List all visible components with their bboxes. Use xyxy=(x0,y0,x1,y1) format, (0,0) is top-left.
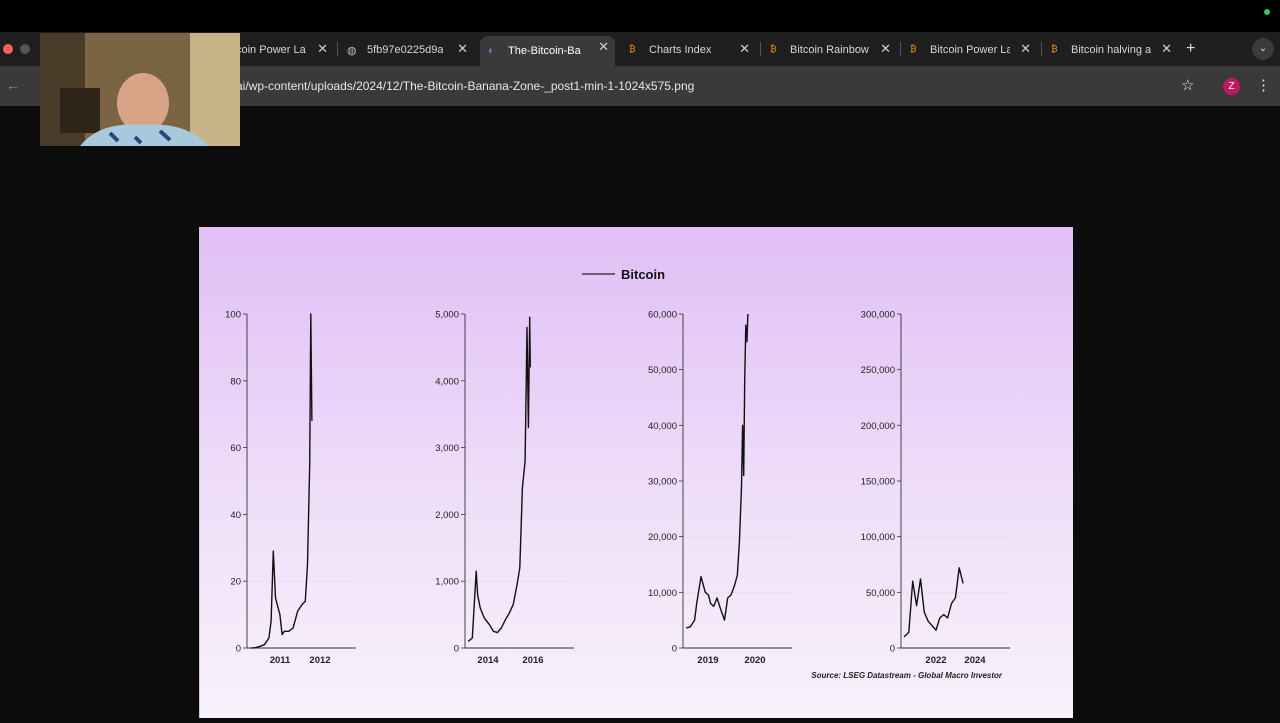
back-arrow-icon[interactable]: ← xyxy=(6,77,20,93)
bitcoin-price-line xyxy=(903,567,964,638)
tab-label: The-Bitcoin-Ba xyxy=(508,45,581,57)
close-window-icon[interactable] xyxy=(3,44,13,54)
tab-separator xyxy=(337,42,338,56)
tab-3[interactable]: ₿ Charts Index ✕ xyxy=(621,38,756,62)
chart-panel-3: 300,000 250,000 200,000 150,000 100,000 50,00… xyxy=(861,310,1010,666)
profile-avatar[interactable]: Z xyxy=(1223,78,1240,95)
x-tick-label: 2020 xyxy=(744,655,765,666)
tab-1[interactable]: ◍ 5fb97e0225d9a ✕ xyxy=(339,38,474,62)
y-tick-label: 60,000 xyxy=(648,310,677,321)
y-tick-label: 60 xyxy=(230,443,241,454)
tab-label: Bitcoin halving a xyxy=(1071,44,1151,56)
bitcoin-price-line xyxy=(685,313,749,629)
close-tab-icon[interactable]: ✕ xyxy=(598,39,609,55)
chart-panel-2: 60,000 50,000 40,000 30,000 20,000 10,000 0 201… xyxy=(648,310,792,666)
close-tab-icon[interactable]: ✕ xyxy=(457,41,468,57)
bitcoin-icon: ₿ xyxy=(1051,44,1058,54)
y-tick-label: 50,000 xyxy=(866,588,895,599)
y-tick-label: 200,000 xyxy=(861,421,895,432)
y-tick-label: 150,000 xyxy=(861,477,895,488)
tab-separator xyxy=(760,42,761,56)
tab-search-icon[interactable]: ⌄ xyxy=(1252,38,1274,60)
x-tick-label: 2014 xyxy=(477,655,499,666)
bitcoin-price-line xyxy=(467,316,531,642)
y-tick-label: 250,000 xyxy=(861,365,895,376)
tab-label: Charts Index xyxy=(649,44,712,56)
webcam-person-illustration xyxy=(40,33,240,146)
chart-panel-1: 5,000 4,000 3,000 2,000 1,000 0 2014 2016 xyxy=(435,310,574,666)
tab-2[interactable]: ◐ The-Bitcoin-Ba ✕ xyxy=(480,36,615,66)
x-tick-label: 2022 xyxy=(925,655,946,666)
close-tab-icon[interactable]: ✕ xyxy=(1020,41,1031,57)
y-tick-label: 300,000 xyxy=(861,310,895,321)
tab-label: Bitcoin Power La xyxy=(930,44,1010,56)
url-field[interactable]: ai/wp-content/uploads/2024/12/The-Bitcoi… xyxy=(236,79,694,93)
tab-label: coin Power La xyxy=(236,44,306,56)
tab-5[interactable]: ₿ Bitcoin Power La ✕ xyxy=(902,38,1037,62)
source-note: Source: LSEG Datastream - Global Macro I… xyxy=(811,671,1003,680)
x-tick-label: 2011 xyxy=(270,655,291,666)
y-tick-label: 3,000 xyxy=(435,443,459,454)
y-tick-label: 0 xyxy=(236,644,241,655)
tab-separator xyxy=(900,42,901,56)
y-tick-label: 0 xyxy=(890,644,895,655)
tab-label: 5fb97e0225d9a xyxy=(367,44,444,56)
bitcoin-icon: ₿ xyxy=(629,44,636,54)
bitcoin-price-line xyxy=(251,313,313,649)
system-top-bar xyxy=(0,0,1280,32)
close-tab-icon[interactable]: ✕ xyxy=(739,41,750,57)
y-tick-label: 20 xyxy=(230,577,241,588)
globe-icon: ◍ xyxy=(347,45,357,57)
site-icon: ◐ xyxy=(488,45,495,57)
legend-label: Bitcoin xyxy=(621,267,665,282)
y-tick-label: 100,000 xyxy=(861,532,895,543)
y-tick-label: 40 xyxy=(230,510,241,521)
x-tick-label: 2024 xyxy=(964,655,986,666)
bitcoin-chart: Bitcoin Source: LSEG Datastream - Global… xyxy=(225,267,1010,680)
chart-image: Bitcoin Source: LSEG Datastream - Global… xyxy=(199,227,1073,718)
tab-4[interactable]: ₿ Bitcoin Rainbow ✕ xyxy=(762,38,897,62)
x-tick-label: 2019 xyxy=(697,655,718,666)
y-tick-label: 30,000 xyxy=(648,477,677,488)
recording-indicator-icon xyxy=(1264,9,1270,15)
x-tick-label: 2016 xyxy=(522,655,543,666)
bookmark-star-icon[interactable]: ☆ xyxy=(1181,76,1194,94)
x-tick-label: 2012 xyxy=(309,655,330,666)
y-tick-label: 80 xyxy=(230,376,241,387)
y-tick-label: 10,000 xyxy=(648,588,677,599)
webcam-overlay xyxy=(40,33,240,146)
y-tick-label: 50,000 xyxy=(648,365,677,376)
tab-label: Bitcoin Rainbow xyxy=(790,44,869,56)
tab-0[interactable]: coin Power La ✕ xyxy=(236,38,334,62)
close-tab-icon[interactable]: ✕ xyxy=(880,41,891,57)
y-tick-label: 5,000 xyxy=(435,310,459,321)
y-tick-label: 100 xyxy=(225,310,241,321)
y-tick-label: 2,000 xyxy=(435,510,459,521)
tab-6[interactable]: ₿ Bitcoin halving a ✕ xyxy=(1043,38,1178,62)
y-tick-label: 20,000 xyxy=(648,532,677,543)
y-tick-label: 1,000 xyxy=(435,577,459,588)
new-tab-button[interactable]: + xyxy=(1186,40,1195,58)
chart-panel-0: 100 80 60 40 20 0 2011 2012 xyxy=(225,310,356,666)
close-tab-icon[interactable]: ✕ xyxy=(317,41,328,57)
bitcoin-icon: ₿ xyxy=(910,44,917,54)
y-tick-label: 0 xyxy=(672,644,677,655)
close-tab-icon[interactable]: ✕ xyxy=(1161,41,1172,57)
y-tick-label: 4,000 xyxy=(435,376,459,387)
y-tick-label: 40,000 xyxy=(648,421,677,432)
minimize-window-icon[interactable] xyxy=(20,44,30,54)
bitcoin-icon: ₿ xyxy=(770,44,777,54)
y-tick-label: 0 xyxy=(454,644,459,655)
browser-menu-icon[interactable]: ⋮ xyxy=(1256,76,1271,94)
tab-separator xyxy=(1041,42,1042,56)
